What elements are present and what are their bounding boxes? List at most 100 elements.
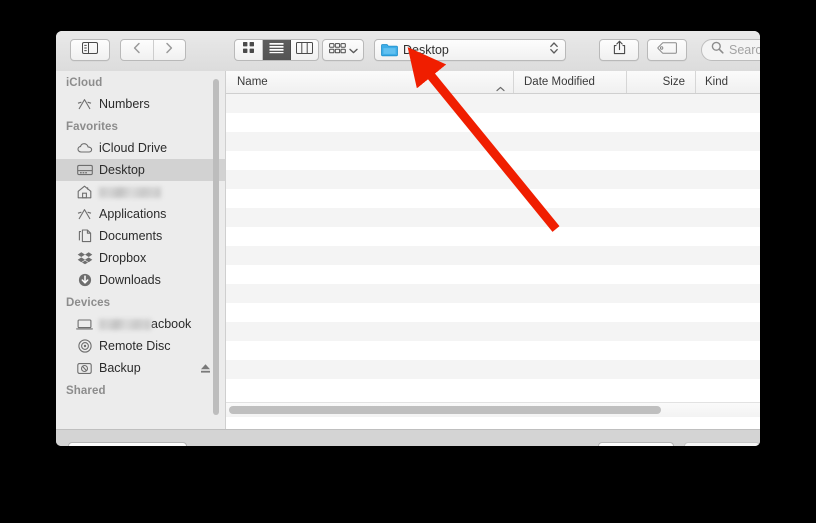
- cloud-icon: [76, 142, 93, 154]
- search-icon: [711, 41, 724, 59]
- horizontal-scrollbar-thumb[interactable]: [229, 406, 661, 414]
- table-row[interactable]: [226, 170, 760, 189]
- sidebar-item-label: Dropbox: [99, 251, 147, 265]
- applications-icon: [76, 208, 93, 221]
- table-row[interactable]: [226, 246, 760, 265]
- sidebar-toggle-button[interactable]: [70, 39, 110, 61]
- sidebar-item-backup[interactable]: Backup: [56, 357, 225, 379]
- column-header-date-modified-label: Date Modified: [524, 76, 595, 88]
- column-view-icon: [296, 41, 313, 59]
- sidebar-item-label: Documents: [99, 229, 163, 243]
- column-header-row: Name Date Modified Size Kind: [226, 71, 760, 94]
- sidebar-item-numbers[interactable]: Numbers: [56, 93, 225, 115]
- hard-drive-icon: [76, 362, 93, 375]
- table-row[interactable]: [226, 227, 760, 246]
- navigation-button-group: [120, 39, 186, 61]
- file-dialog-window: Desktop Searc iCloud Numbers Favorites i…: [56, 31, 760, 446]
- dropbox-icon: [76, 251, 93, 265]
- back-button[interactable]: [121, 40, 154, 60]
- table-row[interactable]: [226, 322, 760, 341]
- table-row[interactable]: [226, 94, 760, 113]
- forward-button[interactable]: [154, 40, 186, 60]
- sidebar[interactable]: iCloud Numbers Favorites iCloud Drive Deskto…: [56, 71, 226, 429]
- column-header-kind-label: Kind: [705, 76, 729, 88]
- sidebar-item-desktop[interactable]: Desktop: [56, 159, 225, 181]
- sidebar-toggle-icon: [82, 41, 98, 59]
- laptop-icon: [76, 318, 93, 330]
- sidebar-item-label: Downloads: [99, 273, 161, 287]
- icon-view-icon: [242, 41, 255, 59]
- column-header-name-label: Name: [237, 76, 268, 88]
- table-row[interactable]: [226, 341, 760, 360]
- table-row[interactable]: [226, 303, 760, 322]
- sidebar-item-label: Applications: [99, 207, 167, 221]
- table-row[interactable]: [226, 265, 760, 284]
- table-row[interactable]: [226, 151, 760, 170]
- downloads-icon: [76, 273, 93, 287]
- sidebar-section-header: Shared: [66, 385, 106, 397]
- path-popup-button[interactable]: Desktop: [374, 39, 566, 61]
- arrange-by-button[interactable]: [322, 39, 364, 61]
- search-field[interactable]: Search: [701, 39, 760, 61]
- sidebar-section-header: iCloud: [66, 77, 103, 89]
- column-header-size-label: Size: [662, 76, 685, 88]
- tag-button[interactable]: [647, 39, 687, 61]
- remote-disc-icon: [76, 339, 93, 353]
- sidebar-item-downloads[interactable]: Downloads: [56, 269, 225, 291]
- chevron-right-icon: [165, 41, 173, 59]
- table-row[interactable]: [226, 360, 760, 379]
- column-header-name[interactable]: Name: [226, 71, 514, 93]
- sidebar-item-acbook[interactable]: acbook: [56, 313, 225, 335]
- desktop-icon: [76, 164, 93, 176]
- view-as-icons-button[interactable]: [235, 40, 263, 60]
- done-button[interactable]: Done: [598, 442, 674, 446]
- sidebar-item-label: acbook: [151, 317, 192, 331]
- view-as-columns-button[interactable]: [291, 40, 318, 60]
- sidebar-item-icloud-drive[interactable]: iCloud Drive: [56, 137, 225, 159]
- bottom-bar: New Document Done Open: [56, 429, 760, 446]
- search-input[interactable]: Search: [729, 43, 760, 57]
- column-header-kind[interactable]: Kind: [696, 71, 759, 93]
- sidebar-scrollbar[interactable]: [213, 79, 219, 415]
- sidebar-item-documents[interactable]: Documents: [56, 225, 225, 247]
- home-icon: [76, 185, 93, 199]
- table-row[interactable]: [226, 189, 760, 208]
- stepper-updown-icon[interactable]: [549, 40, 559, 61]
- sidebar-item-label: iCloud Drive: [99, 141, 168, 155]
- horizontal-scrollbar[interactable]: [226, 402, 760, 417]
- list-view-icon: [269, 41, 284, 59]
- redacted-label: [99, 186, 161, 198]
- table-row[interactable]: [226, 208, 760, 227]
- file-rows: [226, 94, 760, 379]
- sidebar-item-label: Backup: [99, 361, 141, 375]
- share-button[interactable]: [599, 39, 639, 61]
- chevron-left-icon: [133, 41, 141, 59]
- sidebar-item-dropbox[interactable]: Dropbox: [56, 247, 225, 269]
- sidebar-item-applications[interactable]: Applications: [56, 203, 225, 225]
- screenshot-root: Desktop Searc iCloud Numbers Favorites i…: [0, 0, 816, 523]
- sidebar-item-label: Numbers: [99, 97, 150, 111]
- path-popup-label: Desktop: [403, 43, 449, 57]
- column-header-date-modified[interactable]: Date Modified: [514, 71, 627, 93]
- column-header-size[interactable]: Size: [627, 71, 696, 93]
- table-row[interactable]: [226, 132, 760, 151]
- eject-icon[interactable]: [200, 363, 211, 377]
- sidebar-item-label: Desktop: [99, 163, 145, 177]
- arrange-grid-icon: [328, 41, 346, 59]
- toolbar: Desktop Searc: [56, 31, 760, 72]
- open-button: Open: [684, 442, 760, 446]
- table-row[interactable]: [226, 113, 760, 132]
- sidebar-content: iCloud Numbers Favorites iCloud Drive Deskto…: [56, 71, 225, 401]
- sidebar-item-item[interactable]: [56, 181, 225, 203]
- view-as-list-button[interactable]: [263, 40, 291, 60]
- redacted-label: [99, 318, 151, 330]
- documents-icon: [76, 229, 93, 243]
- file-list[interactable]: Name Date Modified Size Kind: [226, 71, 760, 429]
- view-mode-group: [234, 39, 319, 61]
- chevron-up-icon: [496, 78, 505, 93]
- sidebar-item-remote-disc[interactable]: Remote Disc: [56, 335, 225, 357]
- share-icon: [613, 40, 626, 60]
- new-document-button[interactable]: New Document: [68, 442, 187, 446]
- table-row[interactable]: [226, 284, 760, 303]
- tag-icon: [657, 41, 677, 59]
